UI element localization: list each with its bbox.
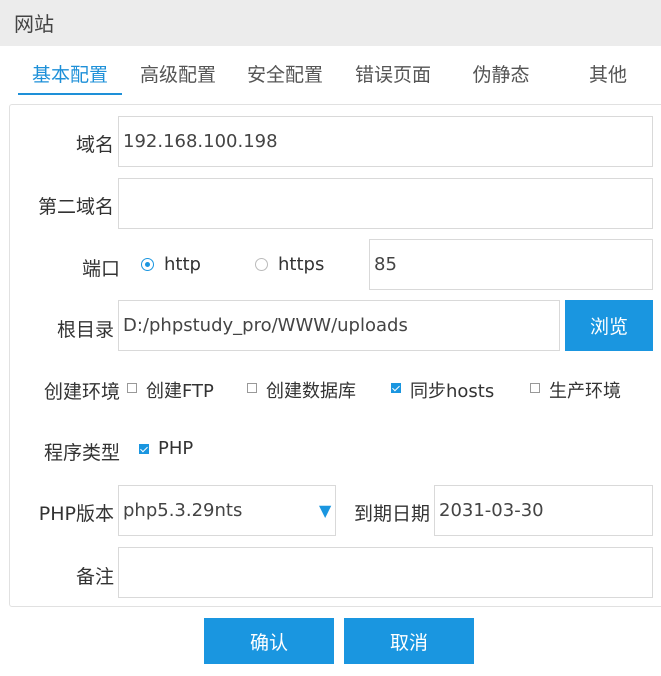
tab-error-pages[interactable]: 错误页面 (341, 60, 445, 94)
https-radio[interactable] (255, 258, 268, 271)
http-radio-label: http (164, 254, 201, 275)
php-version-label: PHP版本 (38, 503, 114, 525)
env-label: 创建环境 (43, 381, 120, 403)
http-radio[interactable] (141, 258, 154, 271)
port-input[interactable]: 85 (369, 239, 653, 290)
browse-button[interactable]: 浏览 (565, 300, 653, 351)
tab-security[interactable]: 安全配置 (233, 60, 337, 94)
database-checkbox[interactable] (247, 383, 257, 393)
note-input[interactable] (118, 547, 653, 598)
tab-basic[interactable]: 基本配置 (18, 60, 122, 94)
sync-hosts-checkbox-label: 同步hosts (410, 381, 495, 402)
active-tab-indicator (18, 93, 122, 95)
cancel-button[interactable]: 取消 (344, 618, 474, 664)
production-checkbox-label: 生产环境 (549, 381, 621, 402)
tab-other[interactable]: 其他 (556, 60, 660, 94)
https-radio-label: https (278, 254, 325, 275)
root-label: 根目录 (56, 319, 114, 341)
domain-input[interactable]: 192.168.100.198 (118, 116, 653, 167)
tab-rewrite[interactable]: 伪静态 (449, 60, 553, 94)
expire-date-input[interactable]: 2031-03-30 (434, 485, 653, 536)
tab-bar: 基本配置 高级配置 安全配置 错误页面 伪静态 其他 (0, 52, 661, 98)
php-checkbox[interactable] (139, 444, 149, 454)
expire-label: 到期日期 (353, 503, 430, 525)
chevron-down-icon[interactable]: ▼ (319, 501, 331, 520)
confirm-button[interactable]: 确认 (204, 618, 334, 664)
sync-hosts-checkbox[interactable] (391, 383, 401, 393)
ftp-checkbox-label: 创建FTP (146, 381, 214, 402)
php-checkbox-label: PHP (158, 438, 194, 459)
domain-label: 域名 (75, 134, 114, 156)
production-checkbox[interactable] (530, 383, 540, 393)
window-title: 网站 (14, 12, 54, 36)
program-type-label: 程序类型 (43, 442, 120, 464)
second-domain-input[interactable] (118, 178, 653, 229)
tab-advanced[interactable]: 高级配置 (126, 60, 230, 94)
php-version-select[interactable]: php5.3.29nts (118, 485, 336, 536)
database-checkbox-label: 创建数据库 (266, 381, 356, 402)
port-label: 端口 (81, 258, 120, 280)
window-titlebar: 网站 (0, 0, 661, 46)
second-domain-label: 第二域名 (37, 196, 114, 218)
note-label: 备注 (75, 566, 114, 588)
root-input[interactable]: D:/phpstudy_pro/WWW/uploads (118, 300, 560, 351)
ftp-checkbox[interactable] (127, 383, 137, 393)
